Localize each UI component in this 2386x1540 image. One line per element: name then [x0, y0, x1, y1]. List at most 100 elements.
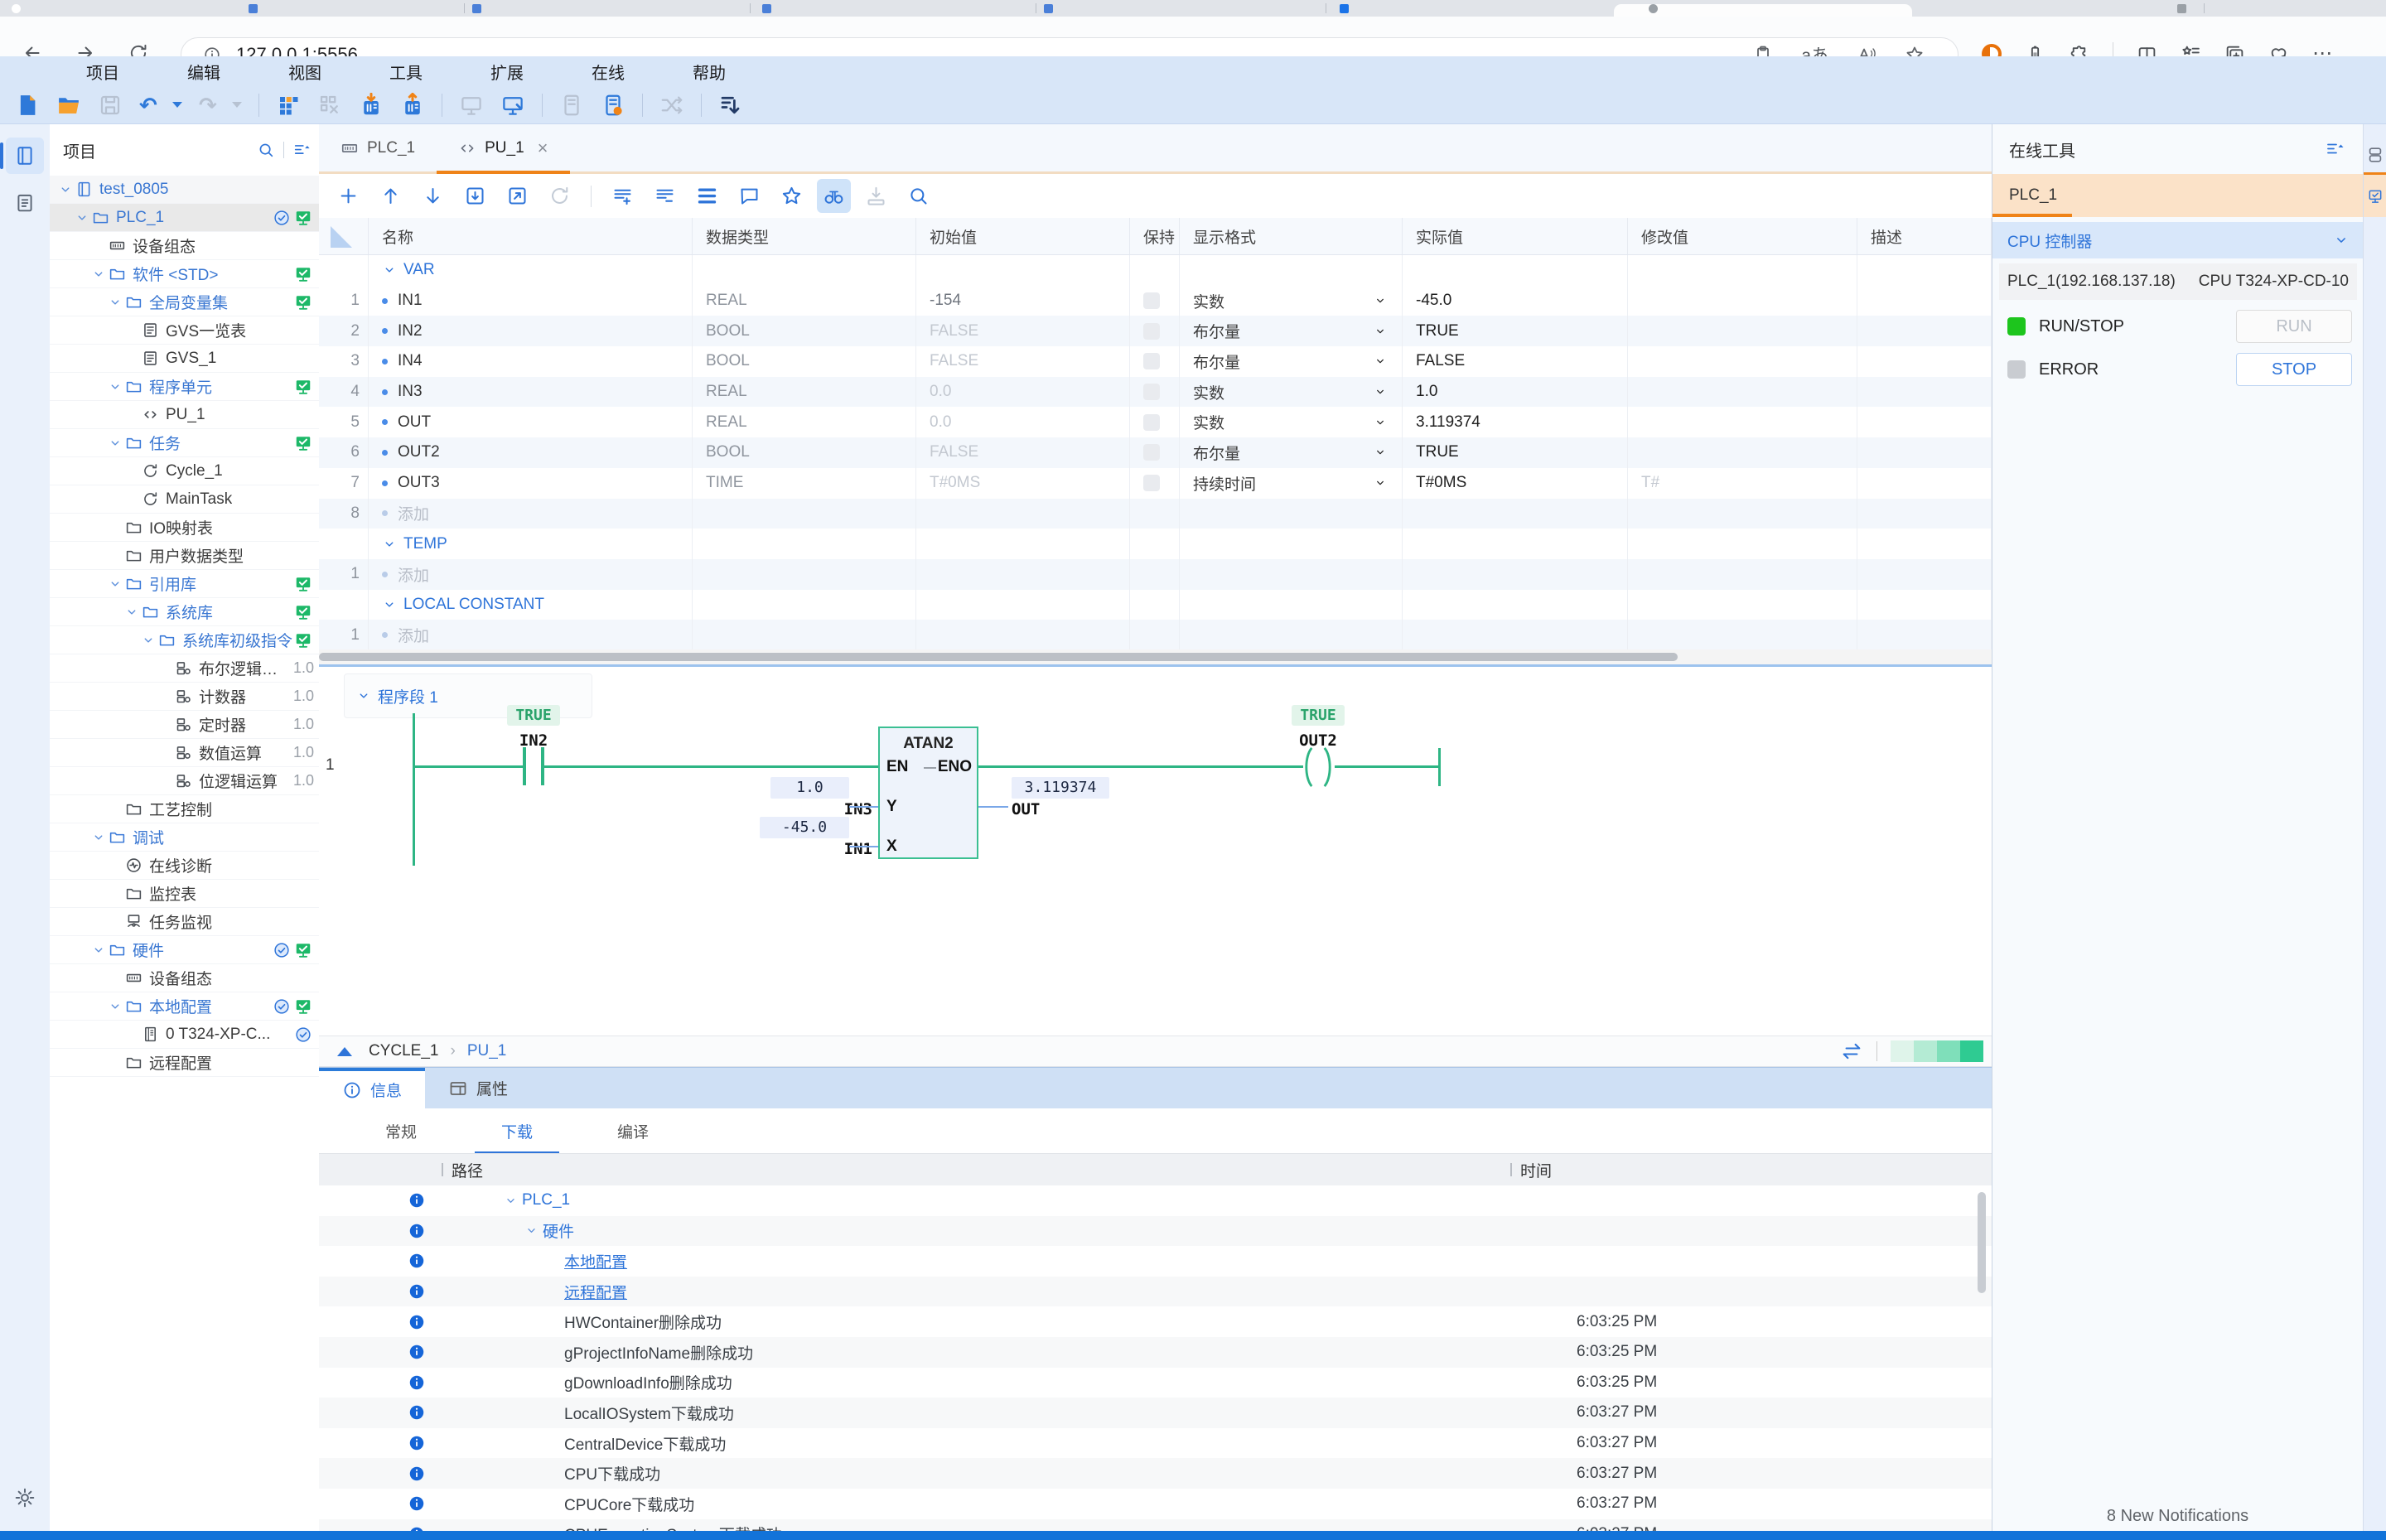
tree-item[interactable]: 用户数据类型 — [50, 542, 319, 570]
menu-item-3[interactable]: 视图 — [288, 60, 321, 84]
log-row[interactable]: HWContainer删除成功6:03:25 PM — [319, 1306, 1992, 1337]
log-row[interactable]: 远程配置 — [319, 1277, 1992, 1307]
log-path[interactable]: 远程配置 — [564, 1281, 627, 1303]
cell-format[interactable]: 布尔量 — [1180, 346, 1403, 377]
find-icon[interactable] — [907, 185, 930, 207]
chevron-down-icon[interactable] — [108, 379, 123, 394]
cell-modify[interactable] — [1628, 499, 1857, 529]
tree-item[interactable]: 硬件 — [50, 936, 319, 964]
cell-modify[interactable] — [1628, 286, 1857, 316]
cell-name[interactable]: IN2 — [369, 316, 693, 346]
sort-download-icon[interactable] — [718, 93, 743, 118]
cell-retain[interactable] — [1130, 407, 1180, 437]
tree-item[interactable]: 定时器1.0 — [50, 711, 319, 739]
comment-icon[interactable] — [738, 185, 761, 207]
library-view-icon[interactable] — [276, 93, 301, 118]
tasks-panel-button[interactable] — [6, 184, 44, 220]
log-row[interactable]: PLC_1 — [319, 1185, 1992, 1216]
tree-item[interactable]: 引用库 — [50, 570, 319, 598]
cell-name[interactable]: 添加 — [369, 499, 693, 529]
cell-datatype[interactable] — [693, 529, 916, 559]
swap-arrows-icon[interactable] — [1840, 1040, 1863, 1063]
cell-format[interactable]: 持续时间 — [1180, 468, 1403, 499]
monitor-values-icon[interactable] — [817, 179, 851, 213]
cell-modify[interactable] — [1628, 437, 1857, 468]
collapse-panel-icon[interactable] — [337, 1047, 352, 1056]
cell-description[interactable] — [1857, 620, 1992, 650]
cell-datatype[interactable]: REAL — [693, 286, 916, 316]
log-row[interactable]: CPUExecutionSystem下载成功6:03:27 PM — [319, 1519, 1992, 1531]
tree-item[interactable]: 在线诊断 — [50, 852, 319, 880]
tree-item[interactable]: 程序单元 — [50, 373, 319, 401]
log-scrollbar-thumb[interactable] — [1978, 1192, 1986, 1293]
cell-modify[interactable] — [1628, 255, 1857, 286]
tree-item[interactable]: 软件 <STD> — [50, 260, 319, 288]
cell-retain[interactable] — [1130, 346, 1180, 377]
chevron-down-icon[interactable] — [108, 577, 123, 591]
open-project-icon[interactable] — [56, 93, 81, 118]
coil-icon[interactable] — [1302, 746, 1335, 788]
cell-name[interactable]: OUT — [369, 407, 693, 437]
table-row[interactable]: 6OUT2BOOLFALSE布尔量TRUE — [319, 437, 1992, 468]
input-variable[interactable]: IN3 — [783, 800, 872, 818]
cell-name[interactable]: LOCAL CONSTANT — [369, 590, 693, 620]
table-row[interactable]: TEMP — [319, 529, 1992, 559]
info-tab-active[interactable]: 信息 — [319, 1068, 425, 1108]
cell-format[interactable] — [1180, 559, 1403, 590]
contact-icon[interactable] — [523, 747, 526, 785]
cell-modify[interactable] — [1628, 590, 1857, 620]
cell-description[interactable] — [1857, 377, 1992, 408]
cell-format[interactable]: 实数 — [1180, 286, 1403, 316]
tree-item[interactable]: 任务监视 — [50, 908, 319, 936]
cell-retain[interactable] — [1130, 590, 1180, 620]
table-row[interactable]: 2IN2BOOLFALSE布尔量TRUE — [319, 316, 1992, 346]
panel-sort-icon[interactable] — [2325, 139, 2345, 159]
cell-description[interactable] — [1857, 437, 1992, 468]
chevron-down-icon[interactable] — [141, 633, 156, 648]
cell-actual[interactable]: TRUE — [1403, 316, 1628, 346]
cell-name[interactable]: IN1 — [369, 286, 693, 316]
chevron-down-icon[interactable] — [356, 688, 371, 703]
table-row[interactable]: 4IN3REAL0.0实数1.0 — [319, 377, 1992, 408]
dropdown-caret-icon[interactable] — [172, 102, 182, 108]
cell-initial[interactable] — [916, 559, 1130, 590]
insert-row-icon[interactable] — [611, 185, 634, 207]
log-row[interactable]: LocalIOSystem下载成功6:03:27 PM — [319, 1398, 1992, 1428]
cell-retain[interactable] — [1130, 316, 1180, 346]
chevron-down-icon[interactable] — [524, 1224, 539, 1238]
editor-tab-pu_1[interactable]: PU_1× — [437, 124, 569, 171]
log-path[interactable]: 本地配置 — [564, 1250, 627, 1272]
tree-item[interactable]: MainTask — [50, 485, 319, 514]
dropdown-chevron-icon[interactable] — [1374, 294, 1387, 307]
online-tools-strip-button[interactable] — [2364, 172, 2386, 217]
tree-item[interactable]: 任务 — [50, 429, 319, 457]
cell-modify[interactable] — [1628, 316, 1857, 346]
panels-icon[interactable] — [2366, 139, 2384, 171]
cell-initial[interactable] — [916, 255, 1130, 286]
log-row[interactable]: CPUCore下载成功6:03:27 PM — [319, 1489, 1992, 1519]
cell-initial[interactable] — [916, 529, 1130, 559]
cell-initial[interactable] — [916, 499, 1130, 529]
cell-actual[interactable] — [1403, 620, 1628, 650]
tree-item[interactable]: 工艺控制 — [50, 795, 319, 823]
table-row[interactable]: 1添加 — [319, 620, 1992, 650]
chevron-down-icon[interactable] — [75, 210, 89, 225]
cell-datatype[interactable] — [693, 620, 916, 650]
cell-format[interactable] — [1180, 620, 1403, 650]
log-row[interactable]: gProjectInfoName删除成功6:03:25 PM — [319, 1337, 1992, 1368]
cell-modify[interactable] — [1628, 529, 1857, 559]
tree-item[interactable]: 全局变量集 — [50, 288, 319, 316]
menu-item-1[interactable]: 项目 — [86, 60, 119, 84]
chevron-down-icon[interactable] — [91, 830, 106, 845]
retain-checkbox[interactable] — [1143, 475, 1160, 491]
project-explorer-button[interactable] — [6, 138, 44, 174]
tree-item[interactable]: 系统库初级指令 — [50, 626, 319, 654]
cell-name[interactable]: IN4 — [369, 346, 693, 377]
chevron-down-icon[interactable] — [91, 267, 106, 282]
contact-icon[interactable] — [541, 747, 544, 785]
cell-actual[interactable]: FALSE — [1403, 346, 1628, 377]
cell-initial[interactable] — [916, 620, 1130, 650]
cell-description[interactable] — [1857, 316, 1992, 346]
ladder-editor[interactable]: 程序段 1 1 TRUE IN2 ATAN2 EN ENO Y X — [319, 667, 1992, 886]
cell-format[interactable]: 布尔量 — [1180, 437, 1403, 468]
